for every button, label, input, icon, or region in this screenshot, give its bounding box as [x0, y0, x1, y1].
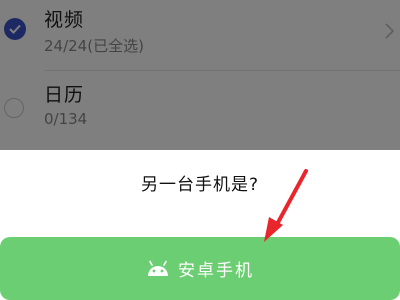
android-button-label: 安卓手机 [178, 261, 254, 281]
button-content: 安卓手机 [146, 256, 254, 281]
modal-overlay[interactable] [0, 0, 400, 150]
android-icon [148, 260, 168, 276]
android-phone-button[interactable]: 安卓手机 [0, 237, 400, 300]
dialog-question: 另一台手机是? [140, 175, 260, 195]
bottom-sheet: 另一台手机是? 安卓手机 [0, 150, 400, 300]
